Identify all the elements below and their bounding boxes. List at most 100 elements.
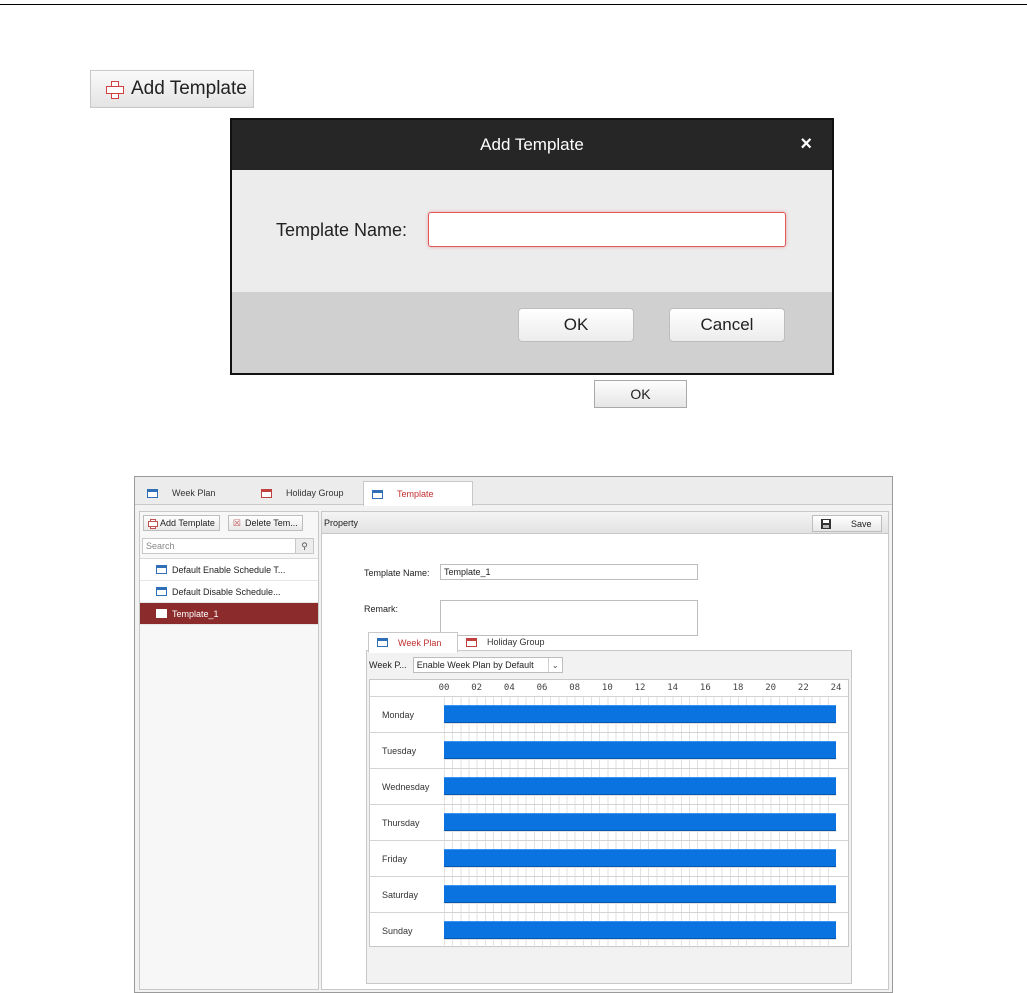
template-name-field[interactable]: Template_1	[440, 564, 698, 580]
template-name-label: Template Name:	[364, 568, 430, 578]
delete-icon: ☒	[232, 517, 241, 528]
holiday-calendar-icon	[261, 488, 272, 498]
calendar-icon	[147, 488, 158, 498]
schedule-time-bar[interactable]	[444, 813, 836, 831]
hour-tick-label: 20	[765, 683, 777, 693]
tab-label: Week Plan	[172, 488, 216, 498]
list-item-label: Default Enable Schedule T...	[172, 564, 286, 575]
dialog-title: Add Template	[480, 135, 584, 154]
search-input[interactable]: Search ⚲	[142, 538, 314, 554]
dialog-body: Template Name:	[232, 170, 832, 292]
hour-tick-label: 06	[536, 683, 548, 693]
hour-tick-label: 16	[699, 683, 711, 693]
delete-template-label: Delete Tem...	[244, 518, 298, 528]
holiday-calendar-icon	[466, 637, 477, 647]
dialog-header: Add Template ×	[232, 120, 832, 170]
search-placeholder: Search	[146, 541, 175, 551]
hour-axis: 00 02 04 06 08 10 12 14 16 18 20 22 24	[370, 680, 848, 696]
list-item[interactable]: Default Disable Schedule...	[140, 581, 318, 603]
save-button[interactable]: Save	[812, 515, 882, 532]
template-icon	[156, 565, 167, 574]
template-name-input[interactable]	[428, 212, 786, 247]
plus-icon	[148, 519, 158, 529]
template-app-window: Week Plan Holiday Group Template Add Tem…	[134, 476, 893, 993]
list-item[interactable]: Default Enable Schedule T...	[140, 559, 318, 581]
hour-tick-label: 08	[569, 683, 581, 693]
day-label: Monday	[382, 710, 415, 720]
day-label: Friday	[382, 854, 408, 864]
schedule-time-bar[interactable]	[444, 777, 836, 795]
list-item-selected[interactable]: Template_1	[140, 603, 318, 625]
template-name-label: Template Name:	[276, 220, 408, 240]
template-list: Default Enable Schedule T... Default Dis…	[140, 558, 318, 625]
schedule-time-bar[interactable]	[444, 849, 836, 867]
plus-icon	[105, 80, 124, 99]
subtab-label: Holiday Group	[487, 637, 545, 647]
tab-holiday-group[interactable]: Holiday Group	[253, 481, 365, 505]
document-page: Add Template Add Template × Template Nam…	[0, 0, 1027, 993]
property-header: Property Save	[322, 512, 888, 534]
schedule-day-row: Monday	[370, 696, 848, 732]
delete-template-button[interactable]: ☒ Delete Tem...	[227, 515, 303, 531]
ok-button[interactable]: OK	[518, 308, 634, 342]
main-tabbar: Week Plan Holiday Group Template	[135, 477, 892, 506]
hour-tick-label: 10	[601, 683, 613, 693]
ok-button-small[interactable]: OK	[594, 380, 687, 408]
remark-label: Remark:	[364, 604, 399, 614]
schedule-day-row: Wednesday	[370, 768, 848, 804]
week-plan-select[interactable]: Enable Week Plan by Default ⌄	[412, 657, 563, 673]
subtab-holiday-group[interactable]: Holiday Group	[458, 632, 558, 652]
schedule-time-bar[interactable]	[444, 705, 836, 723]
schedule-time-bar[interactable]	[444, 741, 836, 759]
cancel-button[interactable]: Cancel	[669, 308, 785, 342]
list-item-label: Template_1	[172, 608, 219, 619]
close-icon[interactable]: ×	[800, 133, 812, 156]
add-template-label: Add Template	[131, 78, 247, 99]
hour-tick-label: 12	[634, 683, 646, 693]
template-icon	[156, 609, 167, 618]
tab-week-plan[interactable]: Week Plan	[139, 481, 251, 505]
dialog-footer: OK Cancel	[232, 292, 832, 373]
schedule-time-bar[interactable]	[444, 885, 836, 903]
week-plan-row: Week P... Enable Week Plan by Default ⌄	[369, 657, 563, 673]
chevron-down-icon[interactable]: ⌄	[547, 658, 562, 672]
template-list-panel: Add Template ☒ Delete Tem... Search ⚲ De…	[139, 511, 319, 990]
schedule-day-row: Tuesday	[370, 732, 848, 768]
hour-tick-label: 18	[732, 683, 744, 693]
day-label: Saturday	[382, 890, 419, 900]
search-icon[interactable]: ⚲	[295, 539, 313, 553]
week-plan-select-value: Enable Week Plan by Default	[416, 660, 534, 670]
hour-tick-label: 02	[471, 683, 483, 693]
day-label: Tuesday	[382, 746, 417, 756]
schedule-time-bar[interactable]	[444, 921, 836, 939]
property-title: Property	[324, 517, 359, 528]
tab-template[interactable]: Template	[363, 481, 473, 506]
save-label: Save	[851, 518, 872, 529]
schedule-day-row: Friday	[370, 840, 848, 876]
tab-label: Holiday Group	[286, 488, 344, 498]
template-icon	[372, 489, 383, 499]
hour-tick-label: 22	[797, 683, 809, 693]
hour-tick-label: 04	[503, 683, 515, 693]
day-label: Sunday	[382, 926, 413, 936]
hour-tick-label: 14	[667, 683, 679, 693]
day-label: Thursday	[382, 818, 420, 828]
day-label: Wednesday	[382, 782, 430, 792]
add-template-dialog: Add Template × Template Name: OK Cancel	[230, 118, 834, 375]
add-template-label: Add Template	[160, 518, 215, 528]
calendar-icon	[377, 638, 388, 647]
hour-tick-label: 24	[830, 683, 842, 693]
subtab-week-plan[interactable]: Week Plan	[368, 632, 458, 653]
schedule-day-row: Saturday	[370, 876, 848, 912]
add-template-button[interactable]: Add Template	[90, 70, 254, 108]
remark-field[interactable]	[440, 600, 698, 636]
list-toolbar: Add Template ☒ Delete Tem...	[140, 512, 318, 534]
schedule-day-row: Sunday	[370, 912, 848, 948]
hour-tick-label: 00	[438, 683, 450, 693]
subtab-label: Week Plan	[398, 637, 442, 648]
week-plan-label: Week P...	[369, 660, 407, 670]
header-rule	[0, 4, 1027, 5]
property-panel: Property Save Template Name: Template_1 …	[321, 511, 889, 990]
add-template-button[interactable]: Add Template	[143, 515, 220, 531]
tab-label: Template	[397, 489, 434, 499]
